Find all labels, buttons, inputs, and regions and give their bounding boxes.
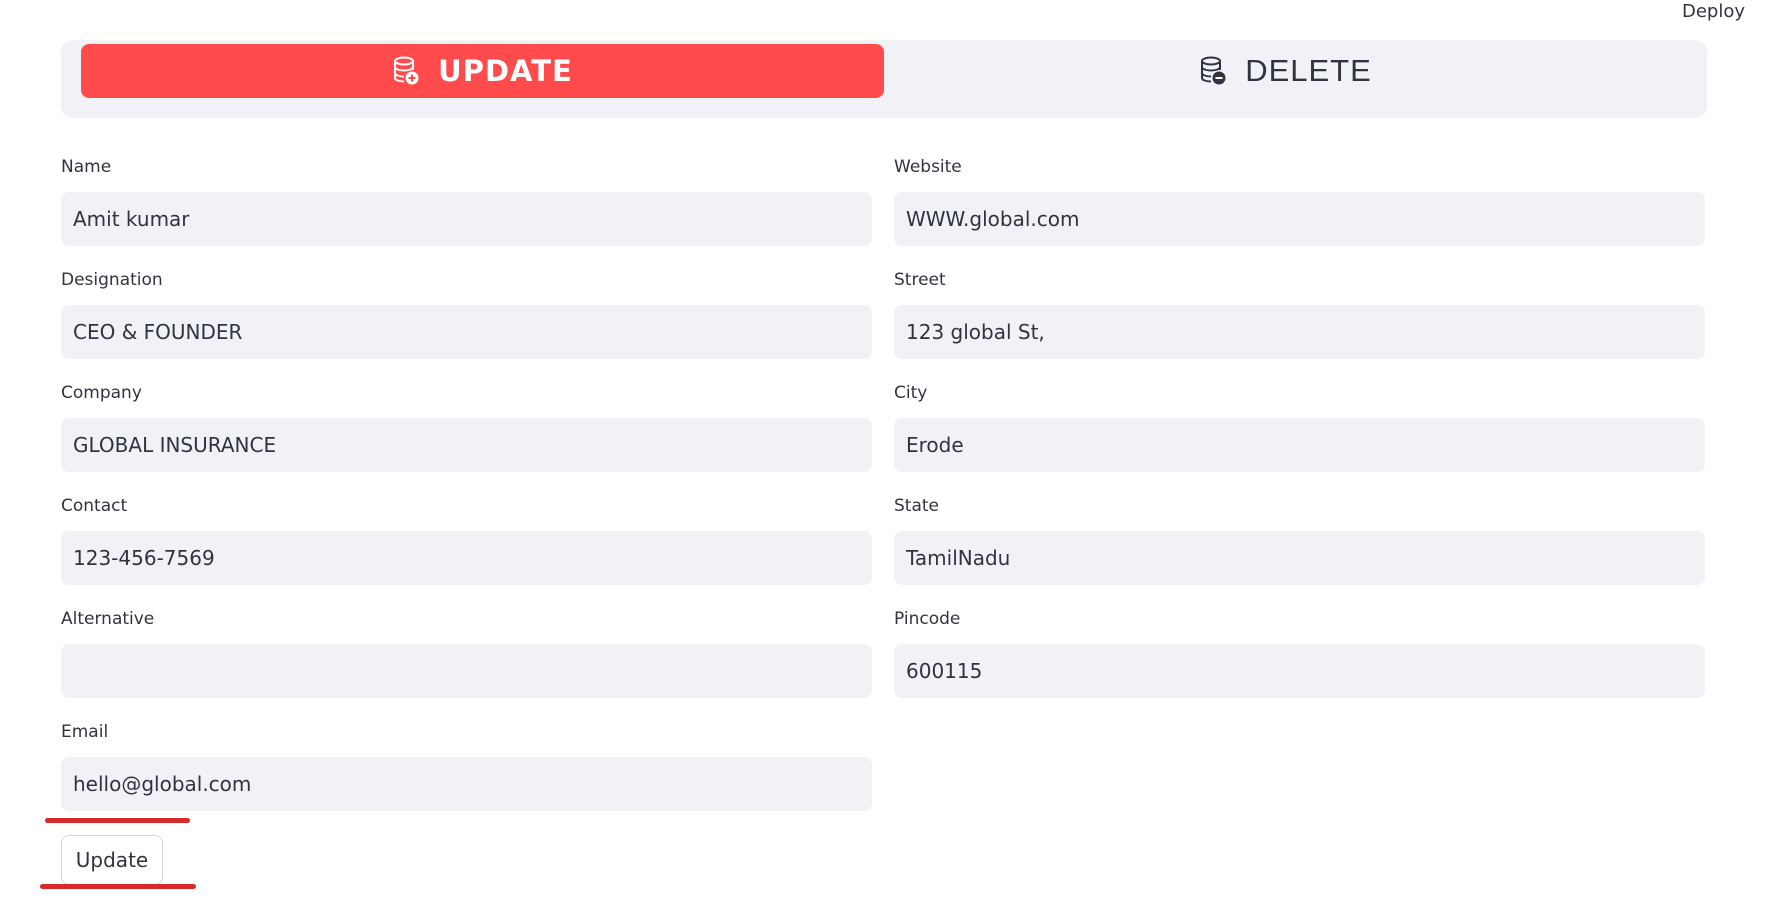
- street-input[interactable]: [894, 305, 1705, 359]
- database-remove-icon: [1199, 56, 1227, 86]
- tab-update[interactable]: UPDATE: [81, 44, 884, 98]
- designation-field-group: Designation: [61, 269, 872, 359]
- name-input[interactable]: [61, 192, 872, 246]
- database-add-icon: [392, 56, 420, 86]
- alternative-label: Alternative: [61, 609, 155, 629]
- tab-update-label: UPDATE: [438, 54, 573, 88]
- company-input[interactable]: [61, 418, 872, 472]
- city-input[interactable]: [894, 418, 1705, 472]
- designation-label: Designation: [61, 270, 163, 290]
- pincode-field-group: Pincode: [894, 608, 1705, 698]
- pincode-label: Pincode: [894, 609, 961, 629]
- email-input[interactable]: [61, 757, 872, 811]
- city-field-group: City: [894, 382, 1705, 472]
- state-field-group: State: [894, 495, 1705, 585]
- state-input[interactable]: [894, 531, 1705, 585]
- tab-delete[interactable]: DELETE: [884, 44, 1687, 98]
- email-label: Email: [61, 722, 109, 742]
- deploy-button[interactable]: Deploy: [1682, 1, 1745, 22]
- company-label: Company: [61, 383, 142, 403]
- email-field-group: Email: [61, 721, 872, 811]
- annotation-underline-bottom: [40, 884, 196, 889]
- city-label: City: [894, 383, 928, 403]
- alternative-field-group: Alternative: [61, 608, 872, 698]
- company-field-group: Company: [61, 382, 872, 472]
- tab-delete-label: DELETE: [1245, 53, 1372, 88]
- name-label: Name: [61, 157, 112, 177]
- state-label: State: [894, 496, 939, 516]
- designation-input[interactable]: [61, 305, 872, 359]
- contact-field-group: Contact: [61, 495, 872, 585]
- website-label: Website: [894, 157, 962, 177]
- street-label: Street: [894, 270, 946, 290]
- contact-label: Contact: [61, 496, 128, 516]
- website-input[interactable]: [894, 192, 1705, 246]
- tab-bar: UPDATE DELETE: [61, 40, 1707, 118]
- update-submit-button[interactable]: Update: [61, 835, 163, 885]
- website-field-group: Website: [894, 156, 1705, 246]
- contact-input[interactable]: [61, 531, 872, 585]
- alternative-input[interactable]: [61, 644, 872, 698]
- pincode-input[interactable]: [894, 644, 1705, 698]
- name-field-group: Name: [61, 156, 872, 246]
- street-field-group: Street: [894, 269, 1705, 359]
- annotation-underline-top: [45, 818, 190, 823]
